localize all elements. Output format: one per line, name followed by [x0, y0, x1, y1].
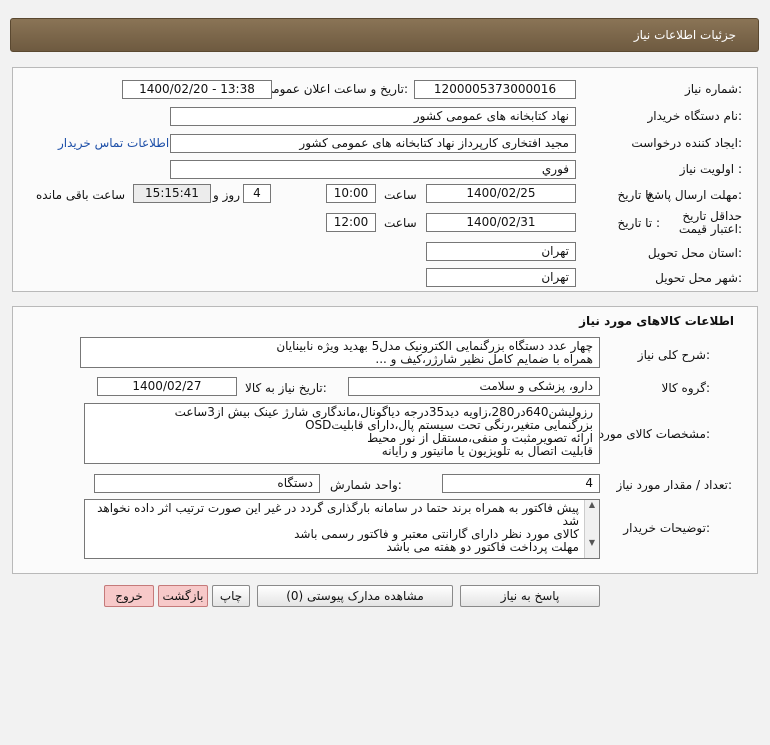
province-field: تهران	[426, 242, 576, 261]
validity-to-date-label: تا تاریخ :	[617, 216, 660, 230]
city-label: شهر محل تحویل:	[655, 271, 742, 285]
print-button[interactable]: چاپ	[212, 585, 250, 607]
validity-time-field: 12:00	[326, 213, 376, 232]
view-attachments-button[interactable]: مشاهده مدارک پیوستی (0)	[257, 585, 453, 607]
description-label: شرح کلی نیاز:	[637, 348, 710, 362]
creator-field: مجید افتخاری کارپرداز نهاد کتابخانه های …	[170, 134, 576, 153]
need-number-field: 1200005373000016	[414, 80, 576, 99]
buyer-notes-label: توضیحات خریدار:	[623, 521, 710, 535]
priority-label: اولویت نیاز :	[679, 162, 742, 176]
city-field: تهران	[426, 268, 576, 287]
deadline-date-field: 1400/02/25	[426, 184, 576, 203]
province-label: استان محل تحویل:	[647, 246, 742, 260]
exit-button[interactable]: خروج	[104, 585, 154, 607]
priority-field: فوري	[170, 160, 576, 179]
scroll-up-icon[interactable]: ▲	[585, 500, 599, 510]
buyer-notes-scrollbar[interactable]: ▲ ▼	[584, 500, 599, 558]
deadline-time-field: 10:00	[326, 184, 376, 203]
buyer-label: نام دستگاه خریدار:	[647, 109, 743, 123]
buyer-notes-field: پیش فاکتور به همراه برند حتما در سامانه …	[84, 499, 600, 559]
days-label: روز و	[213, 188, 240, 202]
unit-label: واحد شمارش:	[330, 478, 402, 492]
validity-date-field: 1400/02/31	[426, 213, 576, 232]
remaining-label: ساعت باقی مانده	[36, 188, 126, 202]
validity-time-label: ساعت	[384, 216, 417, 230]
quantity-label: تعداد / مقدار مورد نیاز:	[616, 478, 732, 492]
contact-buyer-link[interactable]: اطلاعات تماس خریدار	[58, 136, 169, 150]
creator-label: ایجاد کننده درخواست:	[631, 136, 742, 150]
need-date-label: تاریخ نیاز به کالا:	[245, 381, 327, 395]
info-panel	[12, 67, 758, 292]
deadline-time-label: ساعت	[384, 188, 417, 202]
goods-group-field: دارو، پزشکی و سلامت	[348, 377, 600, 396]
announce-label: تاریخ و ساعت اعلان عمومی:	[263, 82, 408, 96]
days-field: 4	[243, 184, 271, 203]
announce-field: 1400/02/20 - 13:38	[122, 80, 272, 99]
reply-button[interactable]: پاسخ به نیاز	[460, 585, 600, 607]
unit-field: دستگاه	[94, 474, 320, 493]
page-header: جزئیات اطلاعات نیاز	[10, 18, 759, 52]
remaining-time-field: 15:15:41	[133, 184, 211, 203]
validity-label: حداقل تاریخ اعتبار قیمت:	[678, 209, 742, 236]
spec-field: رزولیشن640در280،زاویه دید35درجه دیاگونال…	[84, 403, 600, 464]
scroll-down-icon[interactable]: ▼	[585, 538, 599, 548]
quantity-field: 4	[442, 474, 600, 493]
deadline-label: مهلت ارسال پاسخ:	[646, 188, 742, 202]
page-title: جزئیات اطلاعات نیاز	[633, 28, 736, 42]
need-number-label: شماره نیاز:	[684, 82, 742, 96]
goods-group-label: گروه کالا:	[661, 381, 711, 395]
need-date-field: 1400/02/27	[97, 377, 237, 396]
description-field: چهار عدد دستگاه بزرگنمایی الکترونیک مدل5…	[80, 337, 600, 368]
deadline-to-date-label: تا تاریخ :	[617, 188, 660, 202]
goods-section-title: اطلاعات کالاهای مورد نیاز	[579, 314, 734, 328]
back-button[interactable]: بازگشت	[158, 585, 208, 607]
buyer-field: نهاد کتابخانه های عمومی کشور	[170, 107, 576, 126]
